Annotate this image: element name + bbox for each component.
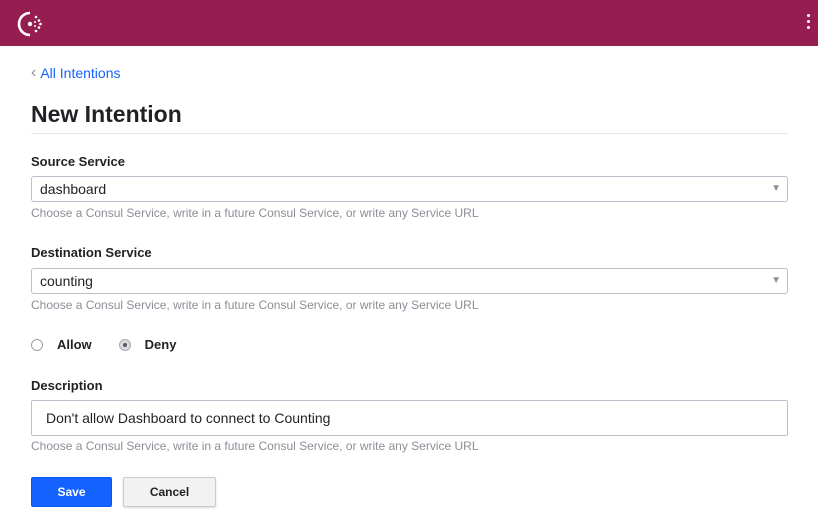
source-service-help: Choose a Consul Service, write in a futu… [31,206,479,220]
destination-service-value: counting [40,273,93,289]
intention-action-group: Allow Deny [31,337,176,352]
allow-radio[interactable] [31,338,43,351]
save-button[interactable]: Save [31,477,112,507]
destination-service-help: Choose a Consul Service, write in a futu… [31,298,479,312]
chevron-left-icon: ‹ [31,64,37,81]
allow-label: Allow [57,337,92,352]
deny-radio[interactable] [118,338,131,351]
destination-service-select[interactable]: counting ▼ [31,268,788,294]
kebab-menu-icon[interactable] [804,14,812,34]
source-service-value: dashboard [40,181,107,197]
deny-label: Deny [144,337,177,352]
all-intentions-label: All Intentions [40,65,121,81]
title-divider [31,133,788,134]
cancel-button[interactable]: Cancel [123,477,216,507]
consul-logo-icon[interactable] [16,10,44,38]
all-intentions-link[interactable]: ‹ All Intentions [31,64,121,82]
dropdown-arrow-icon[interactable]: ▼ [771,177,781,201]
destination-service-label: Destination Service [31,245,152,260]
source-service-label: Source Service [31,154,125,169]
description-input[interactable]: Don't allow Dashboard to connect to Coun… [31,400,788,436]
description-label: Description [31,378,103,393]
page-title: New Intention [31,101,182,127]
deny-option[interactable]: Deny [118,337,177,352]
dropdown-arrow-icon[interactable]: ▼ [771,269,781,293]
top-navigation-bar [0,0,818,46]
description-help: Choose a Consul Service, write in a futu… [31,439,479,453]
source-service-select[interactable]: dashboard ▼ [31,176,788,202]
allow-option[interactable]: Allow [31,337,92,352]
